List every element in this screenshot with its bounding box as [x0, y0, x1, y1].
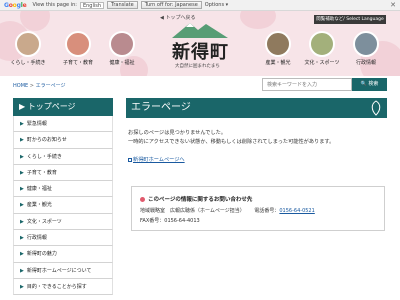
breadcrumb-separator: >: [29, 83, 34, 89]
nav-label: 行政情報: [355, 60, 376, 66]
site-logo-title[interactable]: 新得町: [172, 38, 229, 64]
sidebar-heading[interactable]: ▶ トップページ: [13, 98, 113, 116]
nav-label: 文化・スポーツ: [304, 60, 340, 66]
translate-view-text: View this page in:: [32, 2, 77, 8]
contact-department: 地域戦略室 広報広聴係（ホームページ担当）: [140, 208, 245, 214]
admin-photo-icon: [353, 31, 379, 57]
arrow-icon: ▶: [20, 218, 24, 225]
error-message: お探しのページは見つかりませんでした。: [128, 130, 227, 136]
sidebar-item-news[interactable]: ▶ 町からのお知らせ: [13, 132, 113, 149]
nav-item-childcare[interactable]: 子育て・教育: [56, 31, 100, 66]
arrow-icon: ▶: [20, 121, 24, 127]
leaf-decoration-icon: [371, 100, 381, 116]
translate-button[interactable]: Translate: [107, 1, 138, 9]
sidebar-item-purpose[interactable]: ▶ 目的・できることから探す: [13, 278, 113, 296]
sidebar-item-culture[interactable]: ▶ 文化・スポーツ: [13, 213, 113, 231]
tel-label: 電話番号：: [254, 208, 280, 214]
nav-item-culture[interactable]: 文化・スポーツ: [300, 31, 344, 66]
home-link[interactable]: 新得町ホームページへ: [128, 156, 185, 163]
contact-fax: FAX番号：0156-64-4013: [140, 218, 200, 224]
info-icon: [140, 196, 145, 202]
site-header: ◀ トップへ戻る 新得町 大自然に囲まれたまち 閲覧補助など/ Select L…: [0, 11, 400, 76]
language-button[interactable]: 閲覧補助など/ Select Language: [314, 15, 386, 24]
arrow-icon: ▶: [20, 235, 24, 242]
search-button[interactable]: 🔍 検索: [352, 78, 387, 91]
nav-item-living[interactable]: くらし・手続き: [6, 31, 50, 66]
search-input[interactable]: [262, 78, 352, 91]
breadcrumb-home[interactable]: HOME: [13, 83, 28, 89]
sidebar-item-admin[interactable]: ▶ 行政情報: [13, 230, 113, 247]
arrow-icon: ▶: [20, 153, 24, 160]
top-page-link[interactable]: ◀ トップへ戻る: [160, 14, 195, 21]
arrow-icon: ▶: [20, 202, 24, 209]
arrow-icon: ▶: [20, 283, 24, 290]
nav-label: 産業・観光: [265, 60, 291, 66]
site-logo-subtitle: 大自然に囲まれたまち: [175, 64, 220, 69]
nav-label: 子育て・教育: [62, 60, 93, 66]
contact-box: このページの情報に関するお問い合わせ先 地域戦略室 広報広聴係（ホームページ担当…: [131, 186, 385, 231]
close-icon[interactable]: ✕: [390, 1, 396, 9]
link-icon: [128, 157, 132, 162]
sidebar-item-charm[interactable]: ▶ 新得町の魅力: [13, 246, 113, 263]
sidebar: ▶ トップページ ▶ 緊急情報 ▶ 町からのお知らせ ▶ くらし・手続き ▶ 子育て・教…: [13, 98, 113, 300]
mountain-logo-icon: [172, 23, 228, 38]
page-title: エラーページ: [126, 98, 387, 118]
nav-item-admin[interactable]: 行政情報: [344, 31, 388, 66]
nav-item-industry[interactable]: 産業・観光: [256, 31, 300, 66]
living-photo-icon: [15, 31, 41, 57]
breadcrumb-current: エラーページ: [35, 83, 66, 89]
breadcrumb: HOME > エラーページ: [13, 82, 65, 89]
nav-label: くらし・手続き: [10, 60, 46, 66]
sidebar-item-childcare[interactable]: ▶ 子育て・教育: [13, 164, 113, 182]
error-detail: 一時的にアクセスできない状態か、移動もしくは削除されてしまった可能性があります。: [128, 139, 335, 145]
sidebar-item-living[interactable]: ▶ くらし・手続き: [13, 148, 113, 165]
health-photo-icon: [109, 31, 135, 57]
sidebar-item-industry[interactable]: ▶ 産業・観光: [13, 197, 113, 214]
turn-off-button[interactable]: Turn off for: Japanese: [140, 1, 202, 9]
sidebar-item-health[interactable]: ▶ 健康・福祉: [13, 181, 113, 198]
industry-photo-icon: [265, 31, 291, 57]
sidebar-item-about-site[interactable]: ▶ 新得町ホームページについて: [13, 262, 113, 279]
google-logo: Google: [4, 1, 27, 9]
arrow-icon: ▶: [20, 169, 24, 176]
arrow-icon: ▶: [20, 137, 24, 144]
arrow-icon: ▶: [20, 186, 24, 193]
options-menu[interactable]: Options ▾: [205, 2, 228, 8]
contact-title: このページの情報に関するお問い合わせ先: [140, 195, 252, 203]
contact-details: 地域戦略室 広報広聴係（ホームページ担当） 電話番号：0156-64-0521: [140, 207, 315, 214]
translate-bar: Google View this page in: English Transl…: [0, 0, 400, 11]
arrow-icon: ▶: [20, 251, 24, 258]
nav-item-health[interactable]: 健康・福祉: [100, 31, 144, 66]
phone-link[interactable]: 0156-64-0521: [279, 208, 314, 214]
language-select[interactable]: English: [79, 1, 105, 9]
petal-decoration: [240, 11, 276, 29]
nav-label: 健康・福祉: [109, 60, 135, 66]
childcare-photo-icon: [65, 31, 91, 57]
arrow-icon: ▶: [20, 267, 24, 274]
sidebar-item-emergency[interactable]: ▶ 緊急情報: [13, 116, 113, 133]
culture-photo-icon: [309, 31, 335, 57]
